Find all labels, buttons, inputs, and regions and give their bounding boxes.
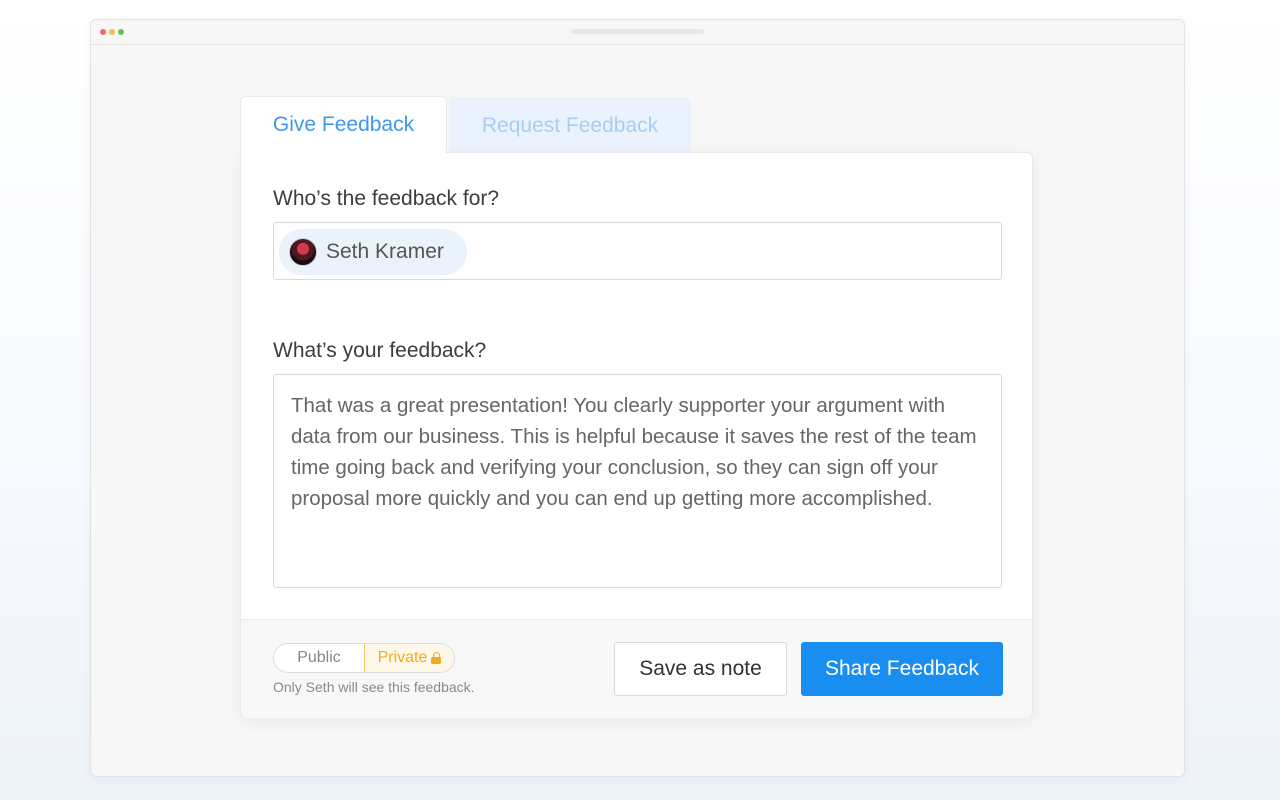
visibility-private-label: Private xyxy=(377,649,428,666)
window-titlebar xyxy=(91,20,1184,45)
address-bar[interactable] xyxy=(571,29,704,34)
save-as-note-label: Save as note xyxy=(639,657,762,680)
tab-request-feedback-label: Request Feedback xyxy=(481,113,659,137)
form-footer: Public Private Only Seth will see this f… xyxy=(241,619,1032,718)
recipient-field[interactable]: Seth Kramer xyxy=(273,222,1002,280)
feedback-textarea[interactable]: That was a great presentation! You clear… xyxy=(273,374,1002,588)
recipient-name: Seth Kramer xyxy=(326,240,444,263)
visibility-public-label: Public xyxy=(297,649,341,666)
lock-icon xyxy=(431,652,442,664)
feedback-label: What’s your feedback? xyxy=(273,339,487,362)
save-as-note-button[interactable]: Save as note xyxy=(614,642,787,696)
minimize-window-icon[interactable] xyxy=(109,29,115,35)
recipient-label: Who’s the feedback for? xyxy=(273,187,500,210)
tab-give-feedback[interactable]: Give Feedback xyxy=(240,96,447,153)
share-feedback-button[interactable]: Share Feedback xyxy=(801,642,1003,696)
tab-give-feedback-label: Give Feedback xyxy=(272,113,415,136)
recipient-chip[interactable]: Seth Kramer xyxy=(279,229,467,275)
visibility-public-option[interactable]: Public xyxy=(274,644,364,672)
visibility-hint: Only Seth will see this feedback. xyxy=(273,679,475,695)
maximize-window-icon[interactable] xyxy=(118,29,124,35)
share-feedback-label: Share Feedback xyxy=(824,657,980,680)
visibility-private-option[interactable]: Private xyxy=(364,644,454,672)
visibility-toggle: Public Private xyxy=(273,643,455,673)
tab-request-feedback[interactable]: Request Feedback xyxy=(449,97,691,154)
avatar xyxy=(289,238,317,266)
feedback-form-card: Who’s the feedback for? Seth Kramer What… xyxy=(240,152,1033,718)
close-window-icon[interactable] xyxy=(100,29,106,35)
